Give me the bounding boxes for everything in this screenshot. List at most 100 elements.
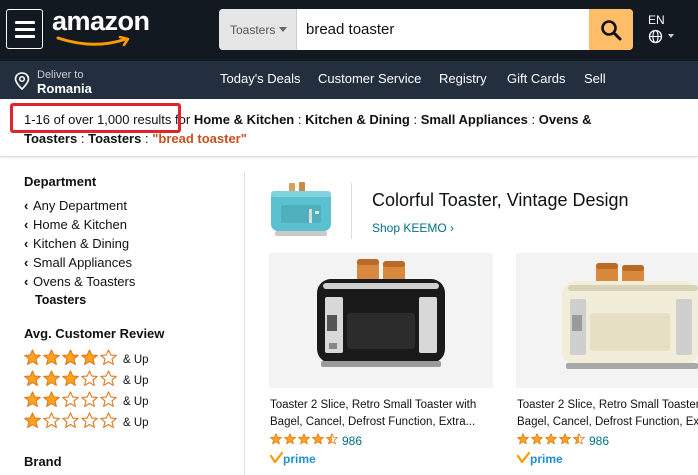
sub-nav: Deliver to Romania Today's Deals Custome… [0,61,698,99]
star-icon [100,391,117,407]
top-nav: amazon Toasters EN [0,0,698,61]
star-rating-icon [270,432,338,450]
star-icon [517,433,529,445]
department-current: Toasters [35,293,87,307]
breadcrumb-toasters[interactable]: Toasters [88,131,141,146]
star-rating-icon [24,391,117,413]
prime-icon: prime [516,451,563,466]
search-input[interactable] [297,9,589,50]
review-filter-3[interactable]: & Up [24,370,149,392]
search-icon [601,19,622,40]
star-icon [24,370,41,386]
product-rating[interactable]: 986 [270,432,362,450]
breadcrumb-ovens-toasters-cont[interactable]: Toasters [24,131,77,146]
globe-icon [648,29,663,44]
chevron-left-icon: ‹ [24,198,29,213]
star-icon [62,412,79,428]
department-any[interactable]: ‹ Any Department [24,198,127,213]
review-filter-1[interactable]: & Up [24,412,149,434]
language-selector[interactable]: EN [648,13,698,47]
review-filter-4[interactable]: & Up [24,349,149,371]
prime-text: prime [530,452,563,466]
deliver-to-country: Romania [37,81,92,96]
department-ovens-toasters[interactable]: ‹ Ovens & Toasters [24,274,135,289]
breadcrumb-ovens-toasters[interactable]: Ovens & [539,112,592,127]
results-summary-cont: Toasters : Toasters : "bread toaster" [24,131,247,146]
caret-down-icon [668,34,674,38]
star-rating-icon [24,412,117,434]
logo-smile-icon [56,36,130,47]
star-icon [81,391,98,407]
star-icon [100,349,117,365]
star-rating-icon [517,432,585,450]
search-category-dropdown[interactable]: Toasters [219,9,297,50]
star-icon [100,370,117,386]
review-count[interactable]: 986 [342,434,362,448]
star-icon [24,349,41,365]
banner-title[interactable]: Colorful Toaster, Vintage Design [372,190,629,211]
breadcrumb-kitchen-dining[interactable]: Kitchen & Dining [305,112,410,127]
star-icon [24,412,41,428]
department-small-appliances[interactable]: ‹ Small Appliances [24,255,132,270]
breadcrumb-home-kitchen[interactable]: Home & Kitchen [194,112,294,127]
star-icon [81,370,98,386]
product-image[interactable] [269,253,493,388]
search-category-label: Toasters [230,23,276,37]
star-icon [24,391,41,407]
star-icon [100,412,117,428]
department-kitchen-dining[interactable]: ‹ Kitchen & Dining [24,236,129,251]
prime-icon: prime [269,451,316,466]
results-query: "bread toaster" [152,131,247,146]
nav-link-registry[interactable]: Registry [439,71,487,86]
banner-separator [351,183,352,239]
results-bar: 1-16 of over 1,000 results for Home & Ki… [0,99,698,157]
star-rating-icon [24,349,117,371]
star-icon [43,370,60,386]
nav-link-customer-service[interactable]: Customer Service [318,71,421,86]
highlight-box [10,103,181,133]
nav-link-todays-deals[interactable]: Today's Deals [220,71,301,86]
prime-badge: prime [269,451,318,473]
search-bar: Toasters [219,9,633,50]
prime-text: prime [283,452,316,466]
chevron-left-icon: ‹ [24,274,29,289]
nav-link-gift-cards[interactable]: Gift Cards [507,71,566,86]
star-rating-icon [24,370,117,392]
star-icon [43,412,60,428]
department-title: Department [24,174,97,189]
star-icon [43,349,60,365]
star-icon [559,433,571,445]
prime-badge: prime [516,451,565,473]
amazon-logo[interactable]: amazon [52,6,152,48]
search-button[interactable] [589,9,633,50]
banner-shop-link[interactable]: Shop KEEMO › [372,221,454,235]
nav-link-sell[interactable]: Sell [584,71,606,86]
star-icon [284,433,296,445]
department-home-kitchen[interactable]: ‹ Home & Kitchen [24,217,127,232]
deliver-to-label: Deliver to [37,69,84,81]
star-icon [81,412,98,428]
star-icon [326,433,338,445]
star-icon [62,391,79,407]
star-icon [298,433,310,445]
product-title[interactable]: Toaster 2 Slice, Retro Small Toaster wit… [270,397,492,431]
product-image[interactable] [516,253,698,388]
language-code: EN [648,13,665,27]
product-title[interactable]: Toaster 2 Slice, Retro Small Toaster wit… [517,397,698,431]
brand-title: Brand [24,454,62,469]
star-icon [62,370,79,386]
review-title: Avg. Customer Review [24,326,165,341]
product-rating[interactable]: 986 [517,432,609,450]
review-filter-2[interactable]: & Up [24,391,149,413]
filter-sidebar: Department ‹ Any Department ‹ Home & Kitch… [0,158,244,475]
banner-toaster-image[interactable] [269,181,335,241]
chevron-left-icon: ‹ [24,217,29,232]
menu-icon[interactable] [6,9,43,49]
caret-down-icon [279,27,287,32]
breadcrumb-small-appliances[interactable]: Small Appliances [421,112,528,127]
review-count[interactable]: 986 [589,434,609,448]
sidebar-divider [244,172,245,475]
star-icon [312,433,324,445]
star-icon [62,349,79,365]
chevron-left-icon: ‹ [24,236,29,251]
